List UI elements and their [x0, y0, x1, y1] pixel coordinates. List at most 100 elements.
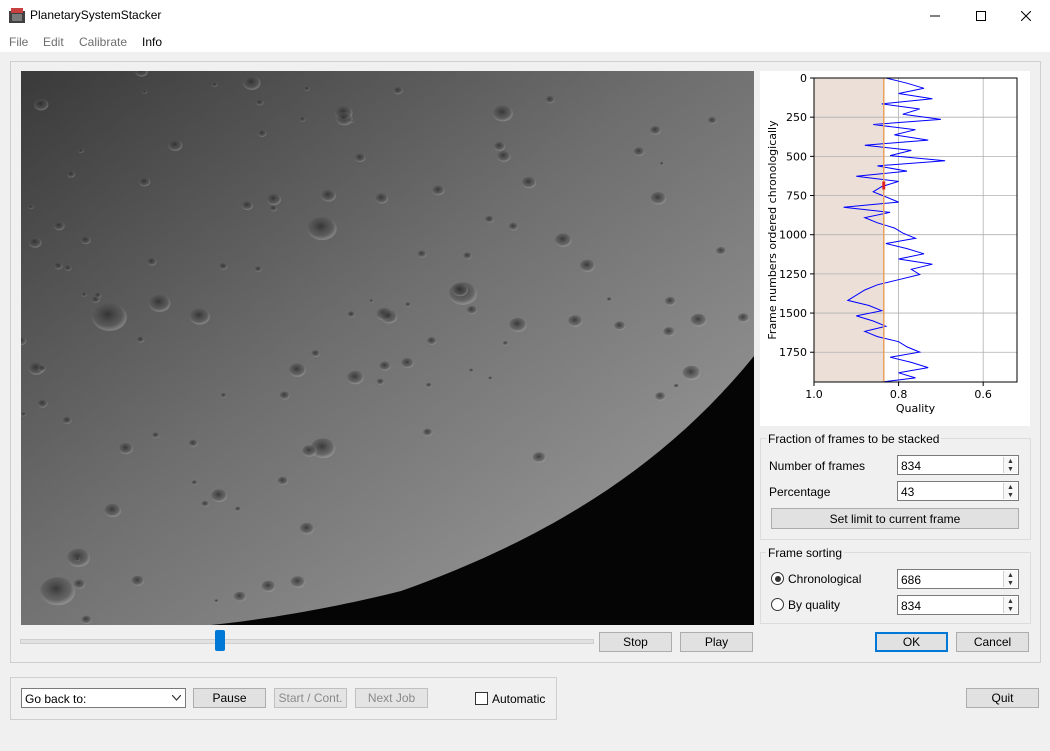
- pause-button[interactable]: Pause: [193, 688, 266, 708]
- crater-shape: [401, 358, 414, 369]
- crater-shape: [243, 75, 261, 90]
- spin-up-icon[interactable]: ▲: [1004, 483, 1017, 491]
- crater-shape: [655, 392, 666, 401]
- crater-shape: [80, 236, 91, 245]
- spin-up-icon[interactable]: ▲: [1004, 597, 1017, 605]
- y-tick-label: 1750: [779, 346, 807, 359]
- crater-shape: [488, 376, 493, 380]
- spin-up-icon[interactable]: ▲: [1004, 571, 1017, 579]
- crater-shape: [307, 216, 337, 241]
- menu-file[interactable]: File: [9, 35, 28, 49]
- crater-shape: [136, 336, 145, 343]
- crater-shape: [62, 416, 72, 424]
- crater-shape: [73, 579, 86, 589]
- crater-shape: [302, 445, 317, 457]
- next-job-button[interactable]: Next Job: [355, 688, 428, 708]
- crater-shape: [233, 591, 247, 602]
- crater-shape: [663, 327, 675, 337]
- crater-shape: [405, 302, 411, 307]
- set-limit-button[interactable]: Set limit to current frame: [771, 508, 1019, 529]
- crater-shape: [375, 193, 389, 204]
- crater-shape: [241, 200, 254, 210]
- stop-button[interactable]: Stop: [599, 632, 672, 652]
- menu-info[interactable]: Info: [142, 35, 162, 49]
- menu-edit[interactable]: Edit: [43, 35, 64, 49]
- crater-shape: [426, 337, 437, 345]
- chevron-down-icon[interactable]: [172, 695, 181, 701]
- crater-shape: [545, 95, 555, 104]
- crater-shape: [53, 262, 63, 270]
- crater-shape: [508, 222, 519, 231]
- chrono-spin-arrows[interactable]: ▲ ▼: [1003, 571, 1017, 587]
- go-back-combo[interactable]: Go back to:: [21, 688, 186, 708]
- crater-shape: [509, 317, 527, 332]
- crater-shape: [466, 305, 478, 315]
- menu-calibrate[interactable]: Calibrate: [79, 35, 127, 49]
- crater-shape: [673, 383, 679, 388]
- crater-shape: [521, 176, 537, 189]
- chronological-spinbox[interactable]: 686 ▲ ▼: [897, 569, 1019, 589]
- crater-shape: [131, 575, 145, 586]
- close-button[interactable]: [1003, 0, 1049, 31]
- crater-shape: [650, 192, 667, 205]
- crater-shape: [92, 303, 127, 331]
- crater-shape: [299, 522, 315, 535]
- go-back-label: Go back to:: [25, 692, 87, 706]
- x-tick-label: 0.8: [890, 388, 908, 401]
- quit-button[interactable]: Quit: [966, 688, 1039, 708]
- crater-shape: [64, 265, 72, 271]
- frames-spinbox[interactable]: 834 ▲ ▼: [897, 455, 1019, 475]
- spin-down-icon[interactable]: ▼: [1004, 605, 1017, 613]
- frame-slider-handle[interactable]: [215, 630, 226, 651]
- spin-down-icon[interactable]: ▼: [1004, 491, 1017, 499]
- crater-shape: [347, 370, 364, 385]
- spin-down-icon[interactable]: ▼: [1004, 465, 1017, 473]
- cancel-button[interactable]: Cancel: [956, 632, 1029, 652]
- automatic-checkbox[interactable]: [475, 692, 488, 705]
- crater-shape: [38, 365, 47, 372]
- crater-shape: [299, 116, 306, 122]
- crater-shape: [417, 250, 427, 258]
- percent-spin-arrows[interactable]: ▲ ▼: [1003, 483, 1017, 499]
- minimize-button[interactable]: [912, 0, 958, 31]
- ok-button[interactable]: OK: [875, 632, 948, 652]
- crater-shape: [289, 363, 306, 377]
- frames-value: 834: [901, 459, 922, 473]
- quality-chart: 1.0 0.8 0.6 0 250 500 750 1000 1250 1500 1750 Qual…: [760, 71, 1030, 426]
- maximize-button[interactable]: [958, 0, 1004, 31]
- spin-up-icon[interactable]: ▲: [1004, 457, 1017, 465]
- frames-label: Number of frames: [769, 459, 866, 473]
- minimize-icon: [930, 15, 940, 16]
- by-quality-label: By quality: [788, 598, 841, 612]
- crater-shape: [138, 177, 151, 187]
- crater-shape: [37, 399, 48, 408]
- crater-shape: [369, 299, 374, 303]
- crater-shape: [119, 443, 134, 455]
- crater-shape: [254, 266, 262, 272]
- y-tick-label: 1250: [779, 268, 807, 281]
- crater-shape: [376, 378, 385, 385]
- crater-shape: [304, 86, 310, 91]
- quality-spin-arrows[interactable]: ▲ ▼: [1003, 597, 1017, 613]
- frame-slider-track[interactable]: [20, 639, 594, 644]
- start-continue-button[interactable]: Start / Cont.: [274, 688, 347, 708]
- chronological-radio[interactable]: [771, 572, 784, 585]
- by-quality-radio[interactable]: [771, 598, 784, 611]
- x-tick-label: 0.6: [974, 388, 992, 401]
- crater-shape: [492, 105, 513, 122]
- crater-shape: [40, 577, 76, 606]
- crater-shape: [468, 368, 474, 373]
- crater-shape: [493, 141, 506, 151]
- crater-shape: [737, 313, 750, 323]
- crater-shape: [568, 315, 583, 327]
- crater-shape: [532, 452, 546, 463]
- y-tick-label: 1500: [779, 307, 807, 320]
- play-button[interactable]: Play: [680, 632, 753, 652]
- shaded-region: [814, 78, 884, 382]
- frames-spin-arrows[interactable]: ▲ ▼: [1003, 457, 1017, 473]
- crater-shape: [261, 580, 276, 592]
- by-quality-spinbox[interactable]: 834 ▲ ▼: [897, 595, 1019, 615]
- spin-down-icon[interactable]: ▼: [1004, 579, 1017, 587]
- maximize-icon: [976, 10, 986, 21]
- percent-spinbox[interactable]: 43 ▲ ▼: [897, 481, 1019, 501]
